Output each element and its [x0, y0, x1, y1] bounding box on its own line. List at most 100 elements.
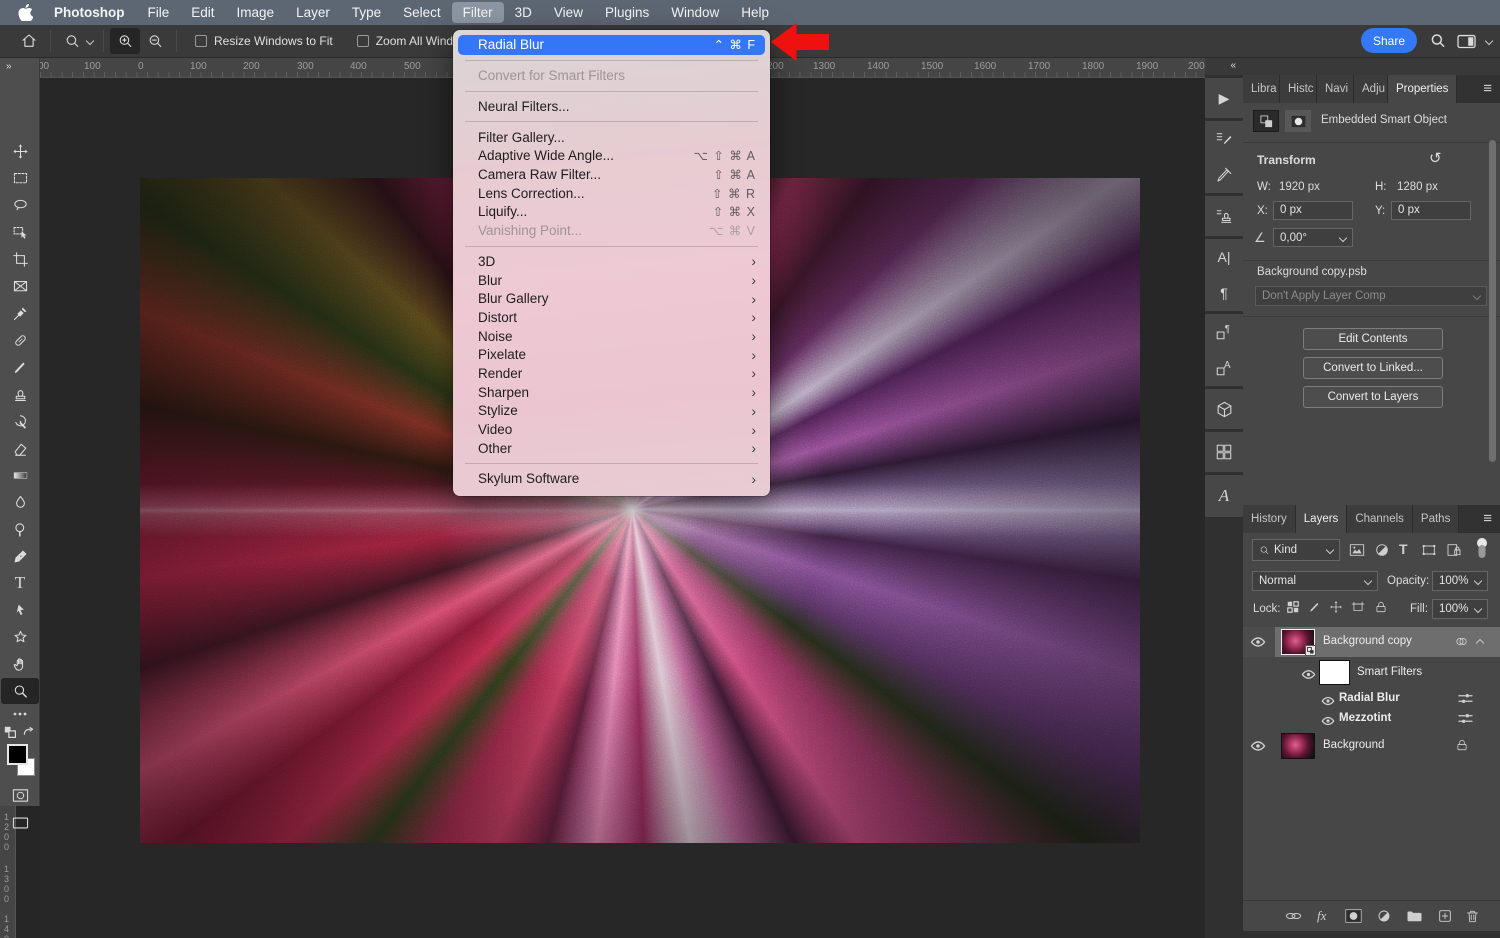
type-tool[interactable]: T [1, 570, 39, 596]
filter-menu-item[interactable]: Render › [453, 364, 770, 383]
clone-source-panel-icon[interactable] [1205, 196, 1243, 236]
filter-type-icon[interactable]: T [1399, 541, 1408, 557]
share-button[interactable]: Share [1361, 28, 1417, 53]
move-tool[interactable] [1, 138, 39, 164]
hand-tool[interactable] [1, 651, 39, 677]
filter-kind-select[interactable]: Kind [1252, 539, 1340, 561]
custom-shape-tool[interactable] [1, 624, 39, 650]
workspace-switcher-icon[interactable] [1456, 33, 1477, 55]
eraser-tool[interactable] [1, 435, 39, 461]
filter-menu-item[interactable]: › [465, 121, 758, 122]
chevron-down-icon[interactable] [86, 37, 94, 45]
paragraph-styles-panel-icon[interactable]: ¶ [1205, 314, 1243, 350]
lasso-tool[interactable] [1, 192, 39, 218]
adjustment-layer-icon[interactable] [1376, 908, 1392, 929]
brushes-panel-icon[interactable] [1205, 157, 1243, 193]
add-mask-icon[interactable] [1345, 909, 1362, 928]
frame-tool[interactable] [1, 273, 39, 299]
menubar-item[interactable]: Plugins [594, 2, 660, 23]
layer-lock-icon[interactable] [1455, 738, 1469, 757]
filter-menu-item[interactable]: › [465, 91, 758, 92]
filter-menu-item[interactable]: Blur Gallery › [453, 289, 770, 308]
properties-scrollbar[interactable] [1489, 140, 1496, 462]
layer-row-radial-blur[interactable]: Radial Blur [1243, 689, 1500, 709]
filter-menu-item[interactable]: Other › [453, 439, 770, 458]
tab-properties[interactable]: Properties [1388, 75, 1457, 103]
filter-mask-thumbnail[interactable] [1319, 660, 1350, 685]
menubar-item[interactable]: Type [341, 2, 392, 23]
smart-filter-indicator-icon[interactable] [1454, 634, 1469, 654]
menubar-item[interactable]: Filter [452, 2, 504, 23]
home-icon[interactable] [14, 28, 44, 54]
zoom-tool[interactable] [1, 678, 39, 704]
edit-contents-button[interactable]: Edit Contents [1303, 328, 1443, 350]
filter-menu-item[interactable]: Liquify... ⇧ ⌘ X › [453, 203, 770, 222]
character-panel-icon[interactable]: A| [1205, 239, 1243, 275]
eyedropper-tool[interactable] [1, 300, 39, 326]
tab-libraries[interactable]: Libra [1243, 75, 1280, 103]
filter-menu-item[interactable]: Stylize › [453, 402, 770, 421]
filter-menu-item[interactable]: Neural Filters... › [453, 97, 770, 116]
visibility-eye-icon[interactable] [1319, 692, 1337, 710]
convert-to-linked-button[interactable]: Convert to Linked... [1303, 357, 1443, 379]
tab-navigator[interactable]: Navi [1317, 75, 1354, 103]
lock-artboard-icon[interactable] [1351, 600, 1365, 619]
quick-mask-icon[interactable] [1, 782, 39, 808]
dodge-tool[interactable] [1, 516, 39, 542]
menubar-item[interactable]: Photoshop [42, 2, 137, 23]
object-selection-tool[interactable] [1, 219, 39, 245]
lock-transparency-icon[interactable] [1286, 600, 1300, 619]
filter-menu-item[interactable]: › [465, 463, 758, 464]
menubar-item[interactable]: Edit [180, 2, 225, 23]
layer-row-smart-filters[interactable]: Smart Filters [1243, 657, 1500, 689]
glyphs-panel-icon[interactable]: A [1205, 475, 1243, 517]
zoom-in-button[interactable] [110, 28, 140, 54]
apple-menu-icon[interactable] [8, 4, 42, 21]
default-colors-icon[interactable] [4, 726, 17, 744]
menubar-item[interactable]: Select [392, 2, 452, 23]
panel-menu-icon[interactable]: ≡ [1475, 75, 1500, 103]
edit-toolbar-icon[interactable] [1, 705, 39, 723]
filter-shape-icon[interactable] [1421, 542, 1437, 563]
filter-menu-item[interactable]: Sharpen › [453, 383, 770, 402]
fill-input[interactable]: 100% [1432, 599, 1488, 619]
angle-combo[interactable]: 0,00° [1273, 228, 1353, 247]
convert-to-layers-button[interactable]: Convert to Layers [1303, 386, 1443, 408]
filter-menu-item[interactable]: Camera Raw Filter... ⇧ ⌘ A › [453, 165, 770, 184]
brush-settings-panel-icon[interactable] [1205, 121, 1243, 157]
swap-colors-icon[interactable] [22, 726, 35, 744]
layer-row-mezzotint[interactable]: Mezzotint [1243, 709, 1500, 729]
filter-menu-item[interactable]: › [465, 246, 758, 247]
3d-panel-icon[interactable] [1205, 389, 1243, 429]
menubar-item[interactable]: Window [660, 2, 730, 23]
patterns-panel-icon[interactable] [1205, 432, 1243, 472]
lock-pixels-icon[interactable] [1308, 600, 1322, 619]
menubar-item[interactable]: File [137, 2, 181, 23]
paragraph-panel-icon[interactable]: ¶ [1205, 275, 1243, 311]
filter-menu-item[interactable]: Video › [453, 420, 770, 439]
tab-histogram[interactable]: Histc [1280, 75, 1317, 103]
y-input[interactable]: 0 px [1391, 201, 1471, 220]
smart-object-type-icon[interactable] [1253, 110, 1279, 132]
expand-panels-icon[interactable]: « [1205, 58, 1243, 75]
filter-menu-item[interactable]: Convert for Smart Filters › [453, 67, 770, 86]
visibility-eye-icon[interactable] [1249, 737, 1267, 755]
filter-smart-object-icon[interactable] [1446, 542, 1462, 563]
chevron-down-icon[interactable] [1485, 37, 1493, 45]
visibility-eye-icon[interactable] [1299, 665, 1317, 683]
zoom-all-checkbox[interactable] [357, 35, 369, 47]
history-brush-tool[interactable] [1, 408, 39, 434]
menubar-item[interactable]: View [543, 2, 594, 23]
reset-transform-icon[interactable]: ↺ [1429, 149, 1442, 167]
filter-menu-item[interactable]: Noise › [453, 327, 770, 346]
gradient-tool[interactable] [1, 462, 39, 488]
mask-properties-icon[interactable] [1285, 110, 1311, 132]
foreground-color-swatch[interactable] [7, 744, 28, 765]
filter-menu-item[interactable]: 3D › [453, 252, 770, 271]
pen-tool[interactable] [1, 543, 39, 569]
filter-menu-item[interactable]: Vanishing Point... ⌥ ⌘ V › [453, 221, 770, 240]
filter-adjustment-icon[interactable] [1374, 542, 1390, 563]
clone-stamp-tool[interactable] [1, 381, 39, 407]
collapse-effects-icon[interactable] [1476, 639, 1484, 647]
lock-position-icon[interactable] [1329, 600, 1343, 619]
